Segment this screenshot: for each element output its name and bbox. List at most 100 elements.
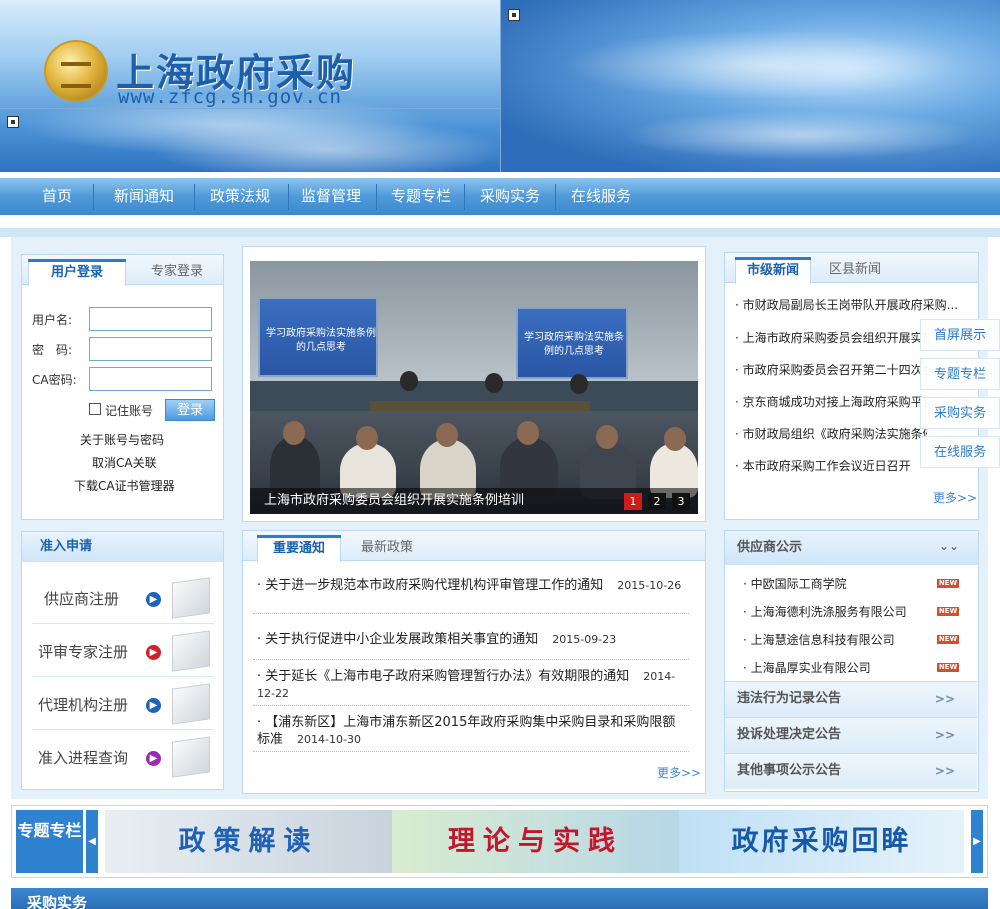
arrow-right-icon: ▶ bbox=[146, 751, 161, 766]
agency-register-link[interactable]: 代理机构注册 ▶ bbox=[32, 678, 214, 730]
audience-head bbox=[436, 423, 458, 447]
header-banner-image bbox=[500, 0, 1000, 172]
expert-register-link[interactable]: 评审专家注册 ▶ bbox=[32, 625, 214, 677]
projection-screen: 学习政府采购法实施条例的几点思考 bbox=[516, 307, 628, 379]
topic-banner-policy-interpretation[interactable]: 政策解读 bbox=[105, 810, 392, 873]
news-item[interactable]: · 京东商城成功对接上海政府采购平台 bbox=[735, 393, 927, 410]
download-ca-link[interactable]: 下载CA证书管理器 bbox=[74, 477, 175, 494]
news-title[interactable]: 市政府采购委员会召开第二十四次会议 bbox=[743, 363, 927, 377]
tray-icon bbox=[172, 683, 210, 725]
supplier-item[interactable]: · 上海慧途信息科技有限公司 bbox=[743, 631, 895, 648]
registration-panel: 准入申请 供应商注册 ▶ 评审专家注册 ▶ 代理机构注册 ▶ 准入进程查询 ▶ bbox=[21, 531, 224, 790]
supplier-name[interactable]: 上海海德利洗涤服务有限公司 bbox=[751, 605, 907, 619]
other-matters-announcement[interactable]: 其他事项公示公告 >> bbox=[725, 753, 977, 789]
news-title[interactable]: 上海市政府采购委员会组织开展实施条例培训 bbox=[743, 331, 927, 345]
city-news-more-link[interactable]: 更多>> bbox=[933, 489, 977, 506]
float-online-service[interactable]: 在线服务 bbox=[920, 436, 1000, 468]
remember-checkbox[interactable] bbox=[89, 403, 101, 415]
account-password-link[interactable]: 关于账号与密码 bbox=[80, 431, 164, 448]
notice-date: 2015-09-23 bbox=[552, 633, 617, 646]
nav-news[interactable]: 新闻通知 bbox=[104, 178, 184, 215]
double-chevron-right-icon: >> bbox=[934, 764, 955, 778]
password-input[interactable] bbox=[89, 337, 212, 361]
news-title[interactable]: 市财政局副局长王岗带队开展政府采购... bbox=[743, 298, 958, 312]
scroll-right-button[interactable]: ▶ bbox=[971, 810, 983, 873]
news-item[interactable]: · 本市政府采购工作会议近日召开 bbox=[735, 457, 927, 474]
float-practice[interactable]: 采购实务 bbox=[920, 397, 1000, 429]
supplier-register-link[interactable]: 供应商注册 ▶ bbox=[32, 572, 214, 624]
notices-more-link[interactable]: 更多>> bbox=[657, 764, 701, 781]
news-item[interactable]: · 市财政局副局长王岗带队开展政府采购... bbox=[735, 296, 965, 313]
double-chevron-right-icon: >> bbox=[934, 692, 955, 706]
login-tabs: 用户登录 专家登录 bbox=[22, 255, 223, 286]
double-chevron-right-icon: >> bbox=[934, 728, 955, 742]
notice-title[interactable]: 关于执行促进中小企业发展政策相关事宜的通知 bbox=[265, 632, 538, 647]
violation-record-announcement[interactable]: 违法行为记录公告 >> bbox=[725, 681, 977, 717]
nav-policy[interactable]: 政策法规 bbox=[200, 178, 280, 215]
screen-text: 学习政府采购法实施条例的几点思考 bbox=[524, 332, 624, 357]
notice-item[interactable]: · 关于进一步规范本市政府采购代理机构评审管理工作的通知 2015-10-26 bbox=[257, 577, 687, 594]
nav-practice[interactable]: 采购实务 bbox=[470, 178, 550, 215]
cancel-ca-link[interactable]: 取消CA关联 bbox=[92, 454, 157, 471]
nav-topics[interactable]: 专题专栏 bbox=[381, 178, 461, 215]
notice-item[interactable]: · 【浦东新区】上海市浦东新区2015年政府采购集中采购目录和采购限额标准 201… bbox=[257, 714, 687, 748]
nav-home[interactable]: 首页 bbox=[18, 178, 96, 215]
divider bbox=[253, 613, 689, 614]
news-title[interactable]: 市财政局组织《政府采购法实施条例》学习 bbox=[743, 427, 927, 441]
procurement-practice-header: 采购实务 bbox=[11, 888, 988, 909]
tab-user-login[interactable]: 用户登录 bbox=[28, 259, 126, 286]
supplier-name[interactable]: 中欧国际工商学院 bbox=[751, 577, 847, 591]
tab-city-news[interactable]: 市级新闻 bbox=[735, 257, 811, 284]
new-badge: NEW bbox=[937, 663, 959, 672]
slide-page-1[interactable]: 1 bbox=[624, 493, 642, 510]
nav-online-service[interactable]: 在线服务 bbox=[561, 178, 641, 215]
notice-title[interactable]: 关于进一步规范本市政府采购代理机构评审管理工作的通知 bbox=[265, 578, 603, 593]
broken-image-icon bbox=[508, 9, 520, 21]
broken-image-icon bbox=[7, 116, 19, 128]
progress-query-link[interactable]: 准入进程查询 ▶ bbox=[32, 731, 214, 783]
new-badge: NEW bbox=[937, 635, 959, 644]
news-item[interactable]: · 市财政局组织《政府采购法实施条例》学习 bbox=[735, 425, 927, 442]
nav-divider bbox=[288, 184, 289, 210]
news-item[interactable]: · 上海市政府采购委员会组织开展实施条例培训 bbox=[735, 329, 927, 346]
username-input[interactable] bbox=[89, 307, 212, 331]
topic-banner-theory-practice[interactable]: 理论与实践 bbox=[392, 810, 679, 873]
news-item[interactable]: · 市政府采购委员会召开第二十四次会议 bbox=[735, 361, 927, 378]
site-url: www.zfcg.sh.gov.cn bbox=[118, 86, 342, 108]
tab-expert-login[interactable]: 专家登录 bbox=[132, 259, 222, 286]
nav-divider bbox=[194, 184, 195, 210]
notice-item[interactable]: · 关于执行促进中小企业发展政策相关事宜的通知 2015-09-23 bbox=[257, 631, 687, 648]
supplier-item[interactable]: · 上海晶厚实业有限公司 bbox=[743, 659, 871, 676]
supplier-name[interactable]: 上海慧途信息科技有限公司 bbox=[751, 633, 895, 647]
float-first-screen[interactable]: 首屏展示 bbox=[920, 319, 1000, 351]
complaint-decision-announcement[interactable]: 投诉处理决定公告 >> bbox=[725, 717, 977, 753]
float-topics[interactable]: 专题专栏 bbox=[920, 358, 1000, 390]
slide-page-3[interactable]: 3 bbox=[672, 493, 690, 510]
tab-latest-policies[interactable]: 最新政策 bbox=[345, 535, 429, 562]
slide-page-2[interactable]: 2 bbox=[648, 493, 666, 510]
news-title[interactable]: 本市政府采购工作会议近日召开 bbox=[743, 459, 911, 473]
site-header: 上海政府采购 www.zfcg.sh.gov.cn bbox=[0, 0, 1000, 172]
scroll-left-button[interactable]: ◀ bbox=[86, 810, 98, 873]
supplier-name[interactable]: 上海晶厚实业有限公司 bbox=[751, 661, 871, 675]
supplier-item[interactable]: · 上海海德利洗涤服务有限公司 bbox=[743, 603, 907, 620]
nav-supervision[interactable]: 监督管理 bbox=[291, 178, 371, 215]
topic-banner-procurement-review[interactable]: 政府采购回眸 bbox=[679, 810, 964, 873]
content-top-stripe bbox=[0, 228, 1000, 237]
tab-district-news[interactable]: 区县新闻 bbox=[815, 257, 895, 284]
login-button[interactable]: 登录 bbox=[165, 399, 215, 421]
notice-date: 2014-10-30 bbox=[297, 733, 361, 746]
speaker-head bbox=[485, 373, 503, 393]
notice-item[interactable]: · 关于延长《上海市电子政府采购管理暂行办法》有效期限的通知 2014-12-22 bbox=[257, 668, 687, 702]
ca-password-input[interactable] bbox=[89, 367, 212, 391]
screen-text: 学习政府采购法实施条例的几点思考 bbox=[266, 328, 376, 353]
tab-important-notices[interactable]: 重要通知 bbox=[257, 535, 341, 562]
notice-title[interactable]: 关于延长《上海市电子政府采购管理暂行办法》有效期限的通知 bbox=[265, 669, 629, 684]
slideshow-image[interactable]: 学习政府采购法实施条例的几点思考 学习政府采购法实施条例的几点思考 上海市政府采… bbox=[250, 261, 698, 514]
inbox-download-icon bbox=[172, 736, 210, 778]
nav-divider bbox=[93, 184, 94, 210]
supplier-item[interactable]: · 中欧国际工商学院 bbox=[743, 575, 847, 592]
news-title[interactable]: 京东商城成功对接上海政府采购平台 bbox=[743, 395, 927, 409]
chevron-down-icon[interactable]: ⌄⌄ bbox=[939, 539, 959, 553]
username-label: 用户名: bbox=[32, 313, 73, 327]
